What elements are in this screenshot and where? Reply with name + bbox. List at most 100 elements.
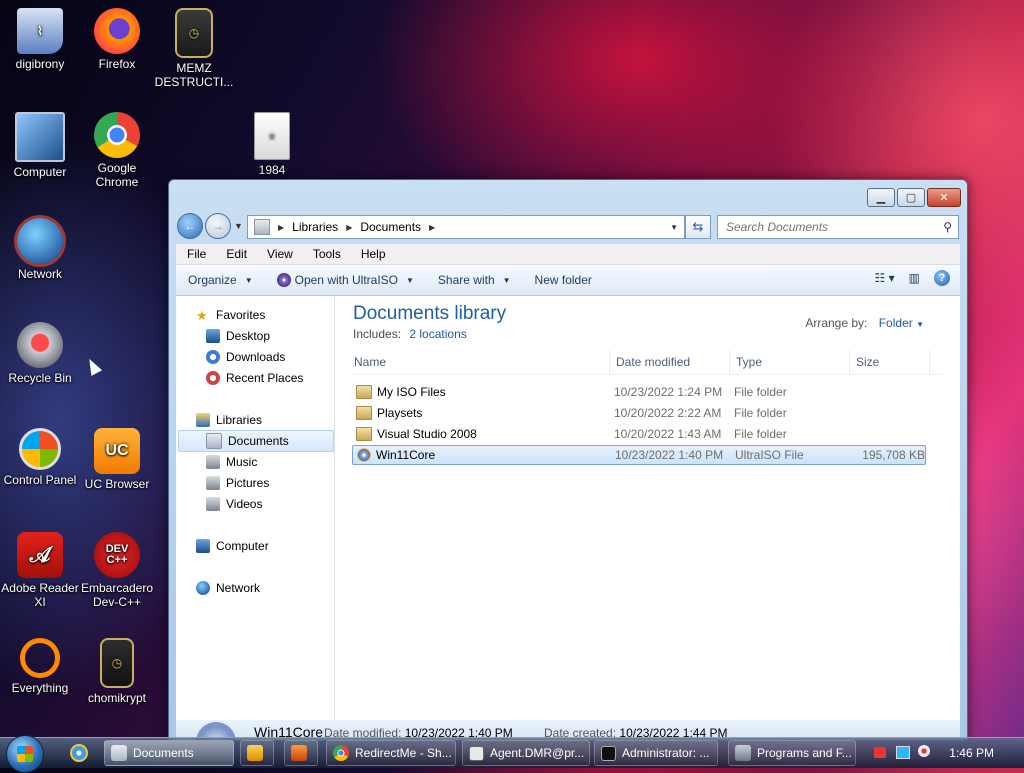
nav-label: Downloads bbox=[226, 350, 286, 364]
chevron-down-icon: ▼ bbox=[406, 275, 414, 285]
taskbar-item-agent[interactable]: Agent.DMR@pr... bbox=[462, 740, 590, 766]
breadcrumb-libraries[interactable]: Libraries bbox=[292, 220, 338, 234]
change-view-icon[interactable]: ☷ ▾ bbox=[875, 271, 895, 285]
start-button[interactable] bbox=[6, 735, 44, 773]
help-icon[interactable]: ? bbox=[934, 270, 950, 286]
internet-explorer-quicklaunch[interactable] bbox=[64, 740, 98, 766]
taskbar-item-documents[interactable]: Documents bbox=[104, 740, 234, 766]
desktop-icon-everything[interactable]: Everything bbox=[0, 638, 80, 695]
file-date: 10/23/2022 1:40 PM bbox=[615, 448, 724, 462]
desktop-icon-chrome[interactable]: Google Chrome bbox=[77, 112, 157, 189]
desktop-icon-memz[interactable]: ◷ MEMZ DESTRUCTI... bbox=[154, 8, 234, 89]
column-size[interactable]: Size bbox=[850, 350, 930, 374]
flag-icon[interactable] bbox=[874, 747, 886, 758]
locations-link[interactable]: 2 locations bbox=[409, 327, 466, 341]
explorer-window: ▁ ▢ ✕ ← → ▼ ▶ Libraries ▶ Documents ▶ ▼ … bbox=[168, 179, 968, 741]
arrange-value: Folder bbox=[878, 316, 913, 330]
nav-computer[interactable]: Computer bbox=[196, 536, 269, 556]
menu-edit[interactable]: Edit bbox=[215, 247, 256, 261]
nav-recent-places[interactable]: Recent Places bbox=[206, 368, 303, 388]
nav-label: Pictures bbox=[226, 476, 270, 490]
back-button[interactable]: ← bbox=[177, 213, 203, 239]
search-input[interactable] bbox=[724, 219, 928, 235]
chevron-down-icon: ▼ bbox=[502, 275, 511, 285]
display-icon[interactable] bbox=[896, 746, 910, 759]
column-date-modified[interactable]: Date modified bbox=[610, 350, 730, 374]
taskbar-item-label: Programs and F... bbox=[757, 746, 852, 760]
desktop-icon-recycle-bin[interactable]: Recycle Bin bbox=[0, 322, 80, 385]
desktop-icon-computer[interactable]: Computer bbox=[0, 112, 80, 179]
close-button[interactable]: ✕ bbox=[927, 188, 961, 207]
desktop-icon-firefox[interactable]: Firefox bbox=[77, 8, 157, 71]
search-box[interactable]: ⚲ bbox=[717, 215, 959, 239]
nav-label: Recent Places bbox=[226, 371, 304, 385]
menu-help[interactable]: Help bbox=[350, 247, 395, 261]
taskbar-item-label: Administrator: ... bbox=[622, 746, 710, 760]
desktop-icon-1984[interactable]: ≡ 1984 bbox=[232, 112, 312, 177]
includes-label: Includes: bbox=[353, 327, 402, 341]
column-name[interactable]: Name bbox=[352, 350, 610, 374]
nav-network[interactable]: Network bbox=[196, 578, 260, 598]
address-dropdown-icon[interactable]: ▼ bbox=[670, 223, 678, 232]
taskbar-item-administrator[interactable]: Administrator: ... bbox=[594, 740, 718, 766]
desktop-icon-label: Embarcadero Dev-C++ bbox=[80, 581, 154, 609]
preview-pane-icon[interactable]: ▥ bbox=[909, 271, 920, 285]
nav-label: Network bbox=[216, 581, 261, 595]
arrange-dropdown[interactable]: Folder ▼ bbox=[879, 316, 924, 330]
nav-videos[interactable]: Videos bbox=[206, 494, 262, 514]
new-folder-button[interactable]: New folder bbox=[523, 273, 604, 287]
desktop-icon-control-panel[interactable]: Control Panel bbox=[0, 428, 80, 487]
taskbar-item-programs[interactable]: Programs and F... bbox=[728, 740, 856, 766]
refresh-button[interactable]: ⇆ bbox=[685, 215, 711, 239]
nav-libraries[interactable]: Libraries bbox=[196, 410, 262, 430]
ultraiso-taskbar-button[interactable] bbox=[284, 740, 318, 766]
taskbar-item-chrome[interactable]: RedirectMe - Sh... bbox=[326, 740, 456, 766]
address-bar[interactable]: ▶ Libraries ▶ Documents ▶ ▼ bbox=[247, 215, 685, 239]
desktop-icon-label: Firefox bbox=[98, 57, 136, 71]
network-icon bbox=[196, 581, 210, 595]
nav-pictures[interactable]: Pictures bbox=[206, 473, 269, 493]
volume-icon[interactable] bbox=[918, 745, 930, 757]
menu-file[interactable]: File bbox=[176, 247, 215, 261]
file-row[interactable]: Visual Studio 2008 10/20/2022 1:43 AM Fi… bbox=[352, 424, 926, 444]
nav-downloads[interactable]: Downloads bbox=[206, 347, 285, 367]
desktop-icon-adobe-reader[interactable]: 𝒜 Adobe Reader XI bbox=[0, 532, 80, 609]
digibrony-icon: ⌇ bbox=[17, 8, 63, 54]
open-with-label: Open with UltraISO bbox=[294, 273, 398, 287]
breadcrumb-documents[interactable]: Documents bbox=[360, 220, 421, 234]
menu-view[interactable]: View bbox=[256, 247, 302, 261]
column-type[interactable]: Type bbox=[730, 350, 850, 374]
file-name: Visual Studio 2008 bbox=[377, 427, 477, 441]
videos-icon bbox=[206, 497, 220, 511]
desktop-icon-uc-browser[interactable]: UC UC Browser bbox=[77, 428, 157, 491]
desktop-icon-network[interactable]: Network bbox=[0, 218, 80, 281]
file-row[interactable]: Playsets 10/20/2022 2:22 AM File folder bbox=[352, 403, 926, 423]
nav-label: Libraries bbox=[216, 413, 263, 427]
share-with-button[interactable]: Share with ▼ bbox=[426, 273, 523, 287]
desktop-icon-chomikrypt[interactable]: ◷ chomikrypt bbox=[77, 638, 157, 705]
menu-tools[interactable]: Tools bbox=[302, 247, 350, 261]
nav-favorites[interactable]: ★ Favorites bbox=[196, 305, 265, 325]
desktop-icon-label: Computer bbox=[13, 165, 67, 179]
file-row[interactable]: My ISO Files 10/23/2022 1:24 PM File fol… bbox=[352, 382, 926, 402]
music-icon bbox=[206, 455, 220, 469]
column-label: Date modified bbox=[616, 355, 691, 369]
forward-button[interactable]: → bbox=[205, 213, 231, 239]
nav-desktop[interactable]: Desktop bbox=[206, 326, 270, 346]
organize-button[interactable]: Organize ▼ bbox=[176, 273, 265, 287]
media-player-button[interactable] bbox=[240, 740, 274, 766]
minimize-button[interactable]: ▁ bbox=[867, 188, 895, 207]
computer-icon bbox=[196, 539, 210, 553]
open-with-button[interactable]: Open with UltraISO ▼ bbox=[265, 273, 426, 287]
maximize-button[interactable]: ▢ bbox=[897, 188, 925, 207]
desktop-icon-digibrony[interactable]: ⌇ digibrony bbox=[0, 8, 80, 71]
desktop-icon-devcpp[interactable]: DEV C++ Embarcadero Dev-C++ bbox=[77, 532, 157, 609]
control-panel-icon bbox=[19, 428, 61, 470]
nav-music[interactable]: Music bbox=[206, 452, 257, 472]
desktop-icon bbox=[206, 329, 220, 343]
clock[interactable]: 1:46 PM bbox=[949, 746, 994, 760]
desktop-icon-label: chomikrypt bbox=[87, 691, 146, 705]
recent-pages-dropdown[interactable]: ▼ bbox=[234, 221, 246, 231]
nav-documents[interactable]: Documents bbox=[206, 431, 289, 451]
file-row-selected[interactable]: Win11Core 10/23/2022 1:40 PM UltraISO Fi… bbox=[352, 445, 926, 465]
